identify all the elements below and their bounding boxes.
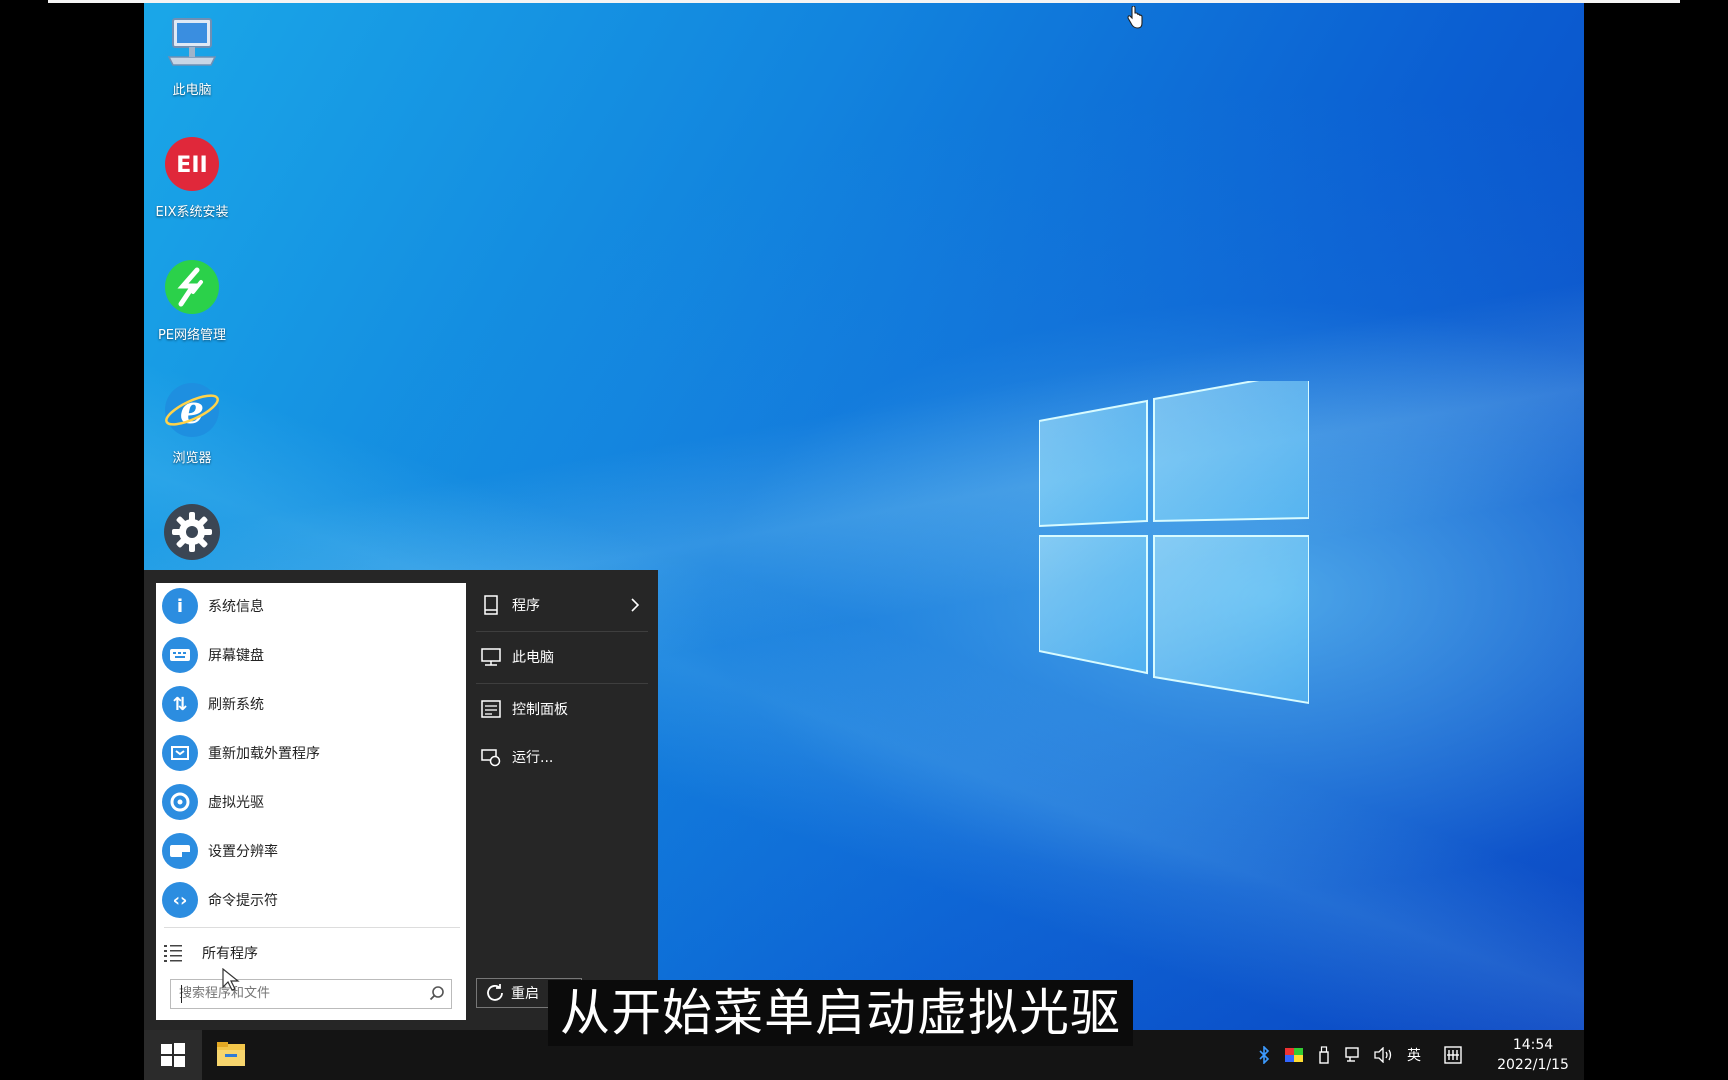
menu-item-label: 虚拟光驱 — [208, 795, 264, 811]
menu-item-command-prompt[interactable]: ‹› 命令提示符 — [156, 877, 466, 923]
menu-item-onscreen-keyboard[interactable]: 屏幕键盘 — [156, 632, 466, 678]
run-icon — [481, 749, 501, 767]
file-explorer-icon[interactable] — [216, 1040, 246, 1068]
menu-divider — [476, 631, 648, 632]
search-input[interactable] — [171, 980, 427, 1006]
virtual-drive-icon — [162, 784, 198, 820]
video-subtitle-caption: 从开始菜单启动虚拟光驱 — [548, 980, 1133, 1046]
all-programs-label: 所有程序 — [202, 946, 258, 962]
desktop-icon-pe-network[interactable]: PE网络管理 — [144, 258, 240, 343]
list-icon — [164, 945, 182, 962]
control-panel-icon — [481, 700, 501, 718]
resolution-icon — [162, 833, 198, 869]
clock-date: 2022/1/15 — [1497, 1057, 1569, 1073]
svg-text:e: e — [180, 387, 204, 432]
hand-pointer-cursor — [1127, 6, 1143, 29]
programs-icon — [484, 595, 498, 615]
clock-time: 14:54 — [1512, 1037, 1554, 1053]
eix-logo-text: EII — [176, 153, 207, 178]
usb-drive-icon[interactable] — [1314, 1045, 1334, 1065]
computer-icon — [167, 18, 217, 66]
right-item-this-pc[interactable]: 此电脑 — [466, 635, 658, 679]
desktop-icon-label: 浏览器 — [172, 451, 212, 466]
menu-divider — [164, 927, 460, 928]
keyboard-icon — [162, 637, 198, 673]
desktop-icon-label: PE网络管理 — [157, 328, 227, 343]
right-item-label: 此电脑 — [512, 650, 554, 666]
start-button[interactable] — [144, 1030, 202, 1080]
info-icon: i — [162, 588, 198, 624]
search-box[interactable] — [170, 979, 452, 1009]
menu-item-refresh-system[interactable]: ⇅ 刷新系统 — [156, 681, 466, 727]
desktop-icon-settings[interactable] — [144, 503, 240, 565]
volume-icon[interactable] — [1374, 1045, 1394, 1065]
mouse-pointer-arrow — [222, 968, 240, 991]
menu-item-label: 屏幕键盘 — [208, 648, 264, 664]
reload-programs-icon — [162, 735, 198, 771]
desktop: 此电脑 EII EIX系统安装 PE网络管理 e 浏览器 i 系统信息 屏幕键盘… — [144, 3, 1584, 1080]
desktop-icon-label: 此电脑 — [172, 83, 212, 98]
color-display-icon[interactable] — [1284, 1045, 1304, 1065]
windows-start-icon — [161, 1043, 185, 1067]
bluetooth-icon[interactable] — [1254, 1045, 1274, 1065]
desktop-icon-label: EIX系统安装 — [155, 205, 229, 220]
menu-item-set-resolution[interactable]: 设置分辨率 — [156, 828, 466, 874]
input-language-indicator[interactable]: 英 — [1404, 1045, 1424, 1065]
command-prompt-icon: ‹› — [162, 882, 198, 918]
desktop-icon-this-pc[interactable]: 此电脑 — [144, 13, 240, 98]
right-item-label: 程序 — [512, 598, 540, 614]
clock[interactable]: 14:54 2022/1/15 — [1488, 1035, 1578, 1075]
restart-icon — [487, 984, 503, 1001]
refresh-system-icon: ⇅ — [162, 686, 198, 722]
search-icon[interactable] — [429, 985, 445, 1001]
menu-item-system-info[interactable]: i 系统信息 — [156, 583, 466, 629]
network-icon[interactable] — [1344, 1045, 1364, 1065]
chevron-right-icon — [631, 598, 640, 612]
desktop-icon-browser[interactable]: e 浏览器 — [144, 381, 240, 466]
menu-item-label: 设置分辨率 — [208, 844, 278, 860]
menu-item-label: 重新加载外置程序 — [208, 746, 320, 762]
desktop-icon-eix-installer[interactable]: EII EIX系统安装 — [144, 135, 240, 220]
start-menu-left-pane: i 系统信息 屏幕键盘 ⇅ 刷新系统 重新加载外置程序 虚拟光驱 设置分辨率 ‹… — [156, 583, 466, 1020]
system-tray: 英 14:54 2022/1/15 — [1249, 1030, 1584, 1080]
menu-item-label: 刷新系统 — [208, 697, 264, 713]
right-item-programs[interactable]: 程序 — [466, 583, 658, 627]
computer-icon — [481, 648, 501, 666]
start-menu: i 系统信息 屏幕键盘 ⇅ 刷新系统 重新加载外置程序 虚拟光驱 设置分辨率 ‹… — [144, 570, 658, 1030]
network-manager-icon — [165, 260, 219, 314]
right-item-label: 控制面板 — [512, 702, 568, 718]
settings-gear-icon — [164, 504, 220, 560]
browser-icon: e — [165, 383, 219, 437]
restart-label: 重启 — [511, 986, 539, 1002]
menu-item-label: 系统信息 — [208, 599, 264, 615]
menu-divider — [476, 683, 648, 684]
text-caret — [181, 985, 182, 1003]
eix-installer-icon: EII — [165, 137, 219, 191]
right-item-run[interactable]: 运行... — [466, 735, 658, 779]
windows-logo-wallpaper — [1039, 381, 1309, 705]
all-programs-button[interactable]: 所有程序 — [156, 933, 466, 973]
menu-item-reload-external-programs[interactable]: 重新加载外置程序 — [156, 730, 466, 776]
ime-mode-icon[interactable] — [1443, 1045, 1463, 1065]
menu-item-label: 命令提示符 — [208, 893, 278, 909]
right-item-control-panel[interactable]: 控制面板 — [466, 687, 658, 731]
right-item-label: 运行... — [512, 750, 554, 766]
menu-item-virtual-drive[interactable]: 虚拟光驱 — [156, 779, 466, 825]
